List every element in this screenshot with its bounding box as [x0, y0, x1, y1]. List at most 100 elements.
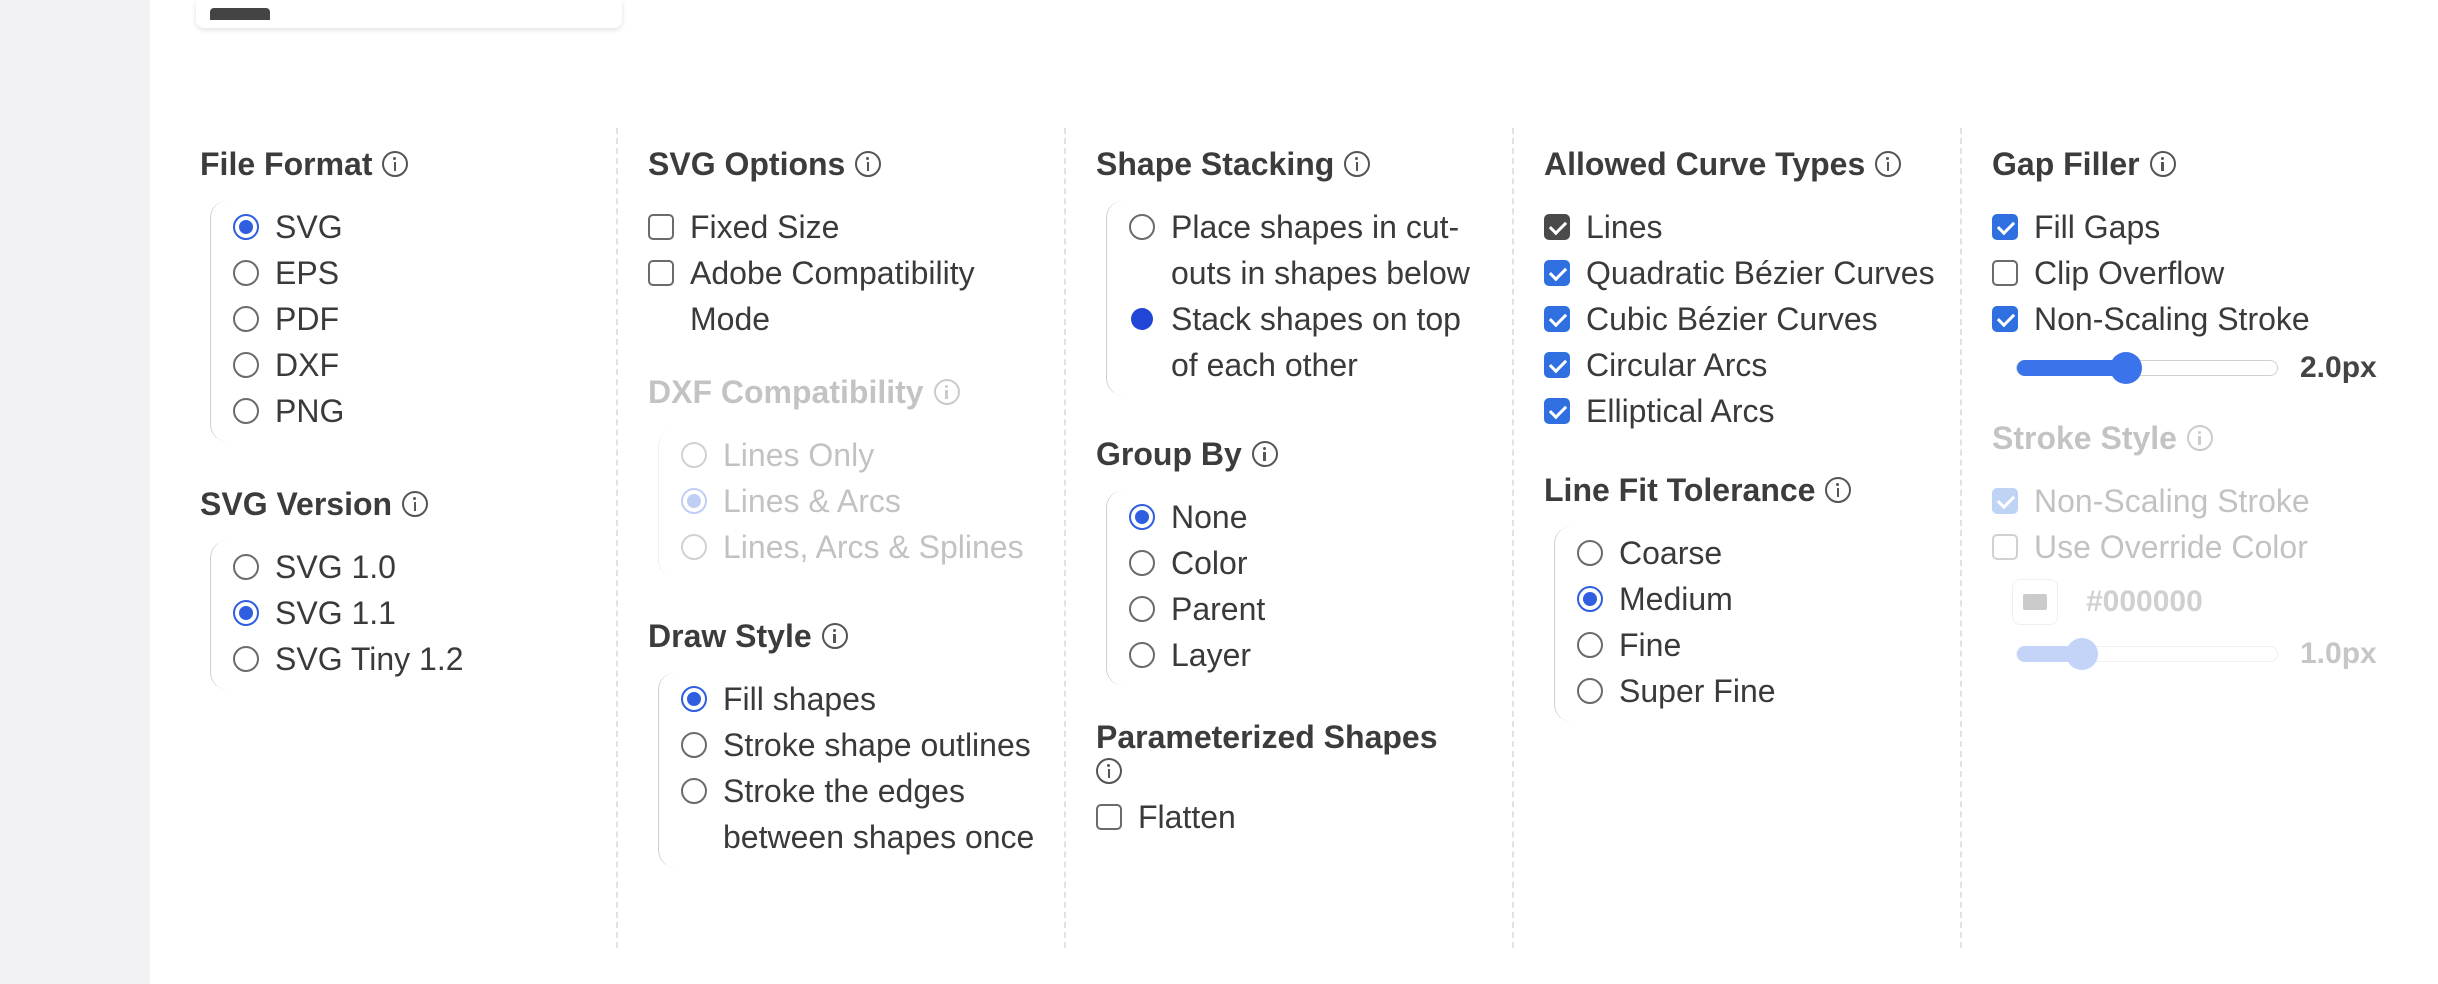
info-icon[interactable] — [402, 491, 429, 517]
slider-track[interactable] — [2016, 352, 2278, 384]
info-icon[interactable] — [1825, 477, 1852, 503]
radio-button[interactable] — [1129, 596, 1155, 622]
radio-option-coarse[interactable]: Coarse — [1577, 530, 1944, 576]
radio-option-fine[interactable]: Fine — [1577, 622, 1944, 668]
checkbox[interactable] — [648, 260, 674, 286]
checkbox-label: Clip Overflow — [2034, 255, 2225, 291]
radio-option-medium[interactable]: Medium — [1577, 576, 1944, 622]
radio-option-pdf[interactable]: PDF — [233, 296, 600, 342]
dxf-compat-heading: DXF Compatibility — [648, 356, 1048, 428]
checkbox[interactable] — [1992, 306, 2018, 332]
file-format-title: File Format — [200, 145, 373, 182]
radio-button[interactable] — [1129, 550, 1155, 576]
preview-thumbnail[interactable] — [196, 0, 622, 28]
radio-label: Stroke shape outlines — [723, 727, 1031, 763]
checkbox-option-adobe-compatibility-mode[interactable]: Adobe Compatibility Mode — [648, 250, 1048, 342]
checkbox[interactable] — [648, 214, 674, 240]
radio-button[interactable] — [233, 646, 259, 672]
svg-options-title: SVG Options — [648, 145, 846, 182]
checkbox-label: Fixed Size — [690, 209, 840, 245]
radio-option-png[interactable]: PNG — [233, 388, 600, 434]
gap-filler-list: Fill Gaps Clip Overflow Non-Scaling Stroke — [1992, 200, 2412, 342]
info-icon[interactable] — [1875, 151, 1902, 177]
checkbox-option-non-scaling-stroke[interactable]: Non-Scaling Stroke — [1992, 296, 2412, 342]
checkbox-option-fixed-size[interactable]: Fixed Size — [648, 204, 1048, 250]
radio-button[interactable] — [1577, 540, 1603, 566]
draw-style-options: Fill shapes Stroke shape outlines Stroke t… — [658, 672, 1048, 868]
svg-options-group: SVG Options Fixed Size Adobe Compatibilit… — [648, 128, 1048, 342]
radio-option-stack-shapes-on-top-of-each-other[interactable]: Stack shapes on top of each other — [1129, 296, 1496, 388]
radio-button[interactable] — [681, 732, 707, 758]
radio-button[interactable] — [1129, 214, 1155, 240]
checkbox[interactable] — [1544, 306, 1570, 332]
radio-button[interactable] — [233, 398, 259, 424]
info-icon[interactable] — [821, 623, 848, 649]
info-icon[interactable] — [1096, 758, 1122, 784]
column-gaps: Gap Filler Fill Gaps Clip Overflow Non-Sca… — [1992, 128, 2412, 948]
checkbox-option-fill-gaps[interactable]: Fill Gaps — [1992, 204, 2412, 250]
radio-label: None — [1171, 499, 1248, 535]
radio-button[interactable] — [1129, 504, 1155, 530]
param-shapes-list: Flatten — [1096, 794, 1496, 840]
checkbox-option-cubic-b-zier-curves[interactable]: Cubic Bézier Curves — [1544, 296, 1944, 342]
checkbox-option-clip-overflow[interactable]: Clip Overflow — [1992, 250, 2412, 296]
radio-button[interactable] — [1577, 632, 1603, 658]
checkbox[interactable] — [1992, 214, 2018, 240]
checkbox[interactable] — [1544, 398, 1570, 424]
radio-button[interactable] — [1129, 306, 1155, 332]
info-icon[interactable] — [382, 151, 409, 177]
radio-button[interactable] — [1129, 642, 1155, 668]
gap-filler-title: Gap Filler — [1992, 145, 2140, 182]
checkbox-option-flatten[interactable]: Flatten — [1096, 794, 1496, 840]
radio-button[interactable] — [233, 214, 259, 240]
checkbox[interactable] — [1992, 260, 2018, 286]
checkbox[interactable] — [1544, 214, 1570, 240]
group-by-title: Group By — [1096, 435, 1242, 472]
stroke-style-list: Non-Scaling Stroke Use Override Color — [1992, 474, 2412, 570]
svg-options-list: Fixed Size Adobe Compatibility Mode — [648, 200, 1048, 342]
checkbox[interactable] — [1544, 260, 1570, 286]
checkbox-option-quadratic-b-zier-curves[interactable]: Quadratic Bézier Curves — [1544, 250, 1944, 296]
radio-button[interactable] — [233, 600, 259, 626]
radio-button[interactable] — [681, 778, 707, 804]
radio-option-layer[interactable]: Layer — [1129, 632, 1496, 678]
info-icon[interactable] — [1251, 441, 1278, 467]
radio-option-fill-shapes[interactable]: Fill shapes — [681, 676, 1048, 722]
radio-option-parent[interactable]: Parent — [1129, 586, 1496, 632]
radio-option-eps[interactable]: EPS — [233, 250, 600, 296]
radio-button[interactable] — [233, 554, 259, 580]
radio-option-svg-1-1[interactable]: SVG 1.1 — [233, 590, 600, 636]
radio-option-stroke-the-edges-between-shapes-once[interactable]: Stroke the edges between shapes once — [681, 768, 1048, 860]
info-icon[interactable] — [2149, 151, 2176, 177]
radio-button[interactable] — [1577, 586, 1603, 612]
radio-button[interactable] — [1577, 678, 1603, 704]
radio-option-dxf[interactable]: DXF — [233, 342, 600, 388]
slider-handle[interactable] — [2110, 352, 2143, 384]
checkbox-option-circular-arcs[interactable]: Circular Arcs — [1544, 342, 1944, 388]
radio-label: Lines Only — [723, 437, 875, 473]
radio-option-svg-1-0[interactable]: SVG 1.0 — [233, 544, 600, 590]
checkbox[interactable] — [1096, 804, 1122, 830]
checkbox[interactable] — [1544, 352, 1570, 378]
checkbox — [1992, 488, 2018, 514]
radio-option-place-shapes-in-cut-outs-in-shapes-below[interactable]: Place shapes in cut-outs in shapes below — [1129, 204, 1496, 296]
checkbox-option-lines[interactable]: Lines — [1544, 204, 1944, 250]
info-icon[interactable] — [855, 151, 882, 177]
radio-button[interactable] — [681, 686, 707, 712]
svg-version-title: SVG Version — [200, 485, 393, 522]
radio-label: DXF — [275, 347, 339, 383]
gap-stroke-slider[interactable]: 2.0px — [2016, 348, 2412, 388]
radio-button[interactable] — [233, 306, 259, 332]
radio-button[interactable] — [233, 352, 259, 378]
checkbox-option-elliptical-arcs[interactable]: Elliptical Arcs — [1544, 388, 1944, 434]
radio-option-svg[interactable]: SVG — [233, 204, 600, 250]
radio-option-super-fine[interactable]: Super Fine — [1577, 668, 1944, 714]
radio-option-color[interactable]: Color — [1129, 540, 1496, 586]
column-svg: SVG Options Fixed Size Adobe Compatibilit… — [648, 128, 1048, 948]
radio-option-lines-arcs-splines: Lines, Arcs & Splines — [681, 524, 1048, 570]
info-icon[interactable] — [1344, 151, 1371, 177]
radio-option-stroke-shape-outlines[interactable]: Stroke shape outlines — [681, 722, 1048, 768]
radio-option-svg-tiny-1-2[interactable]: SVG Tiny 1.2 — [233, 636, 600, 682]
radio-button[interactable] — [233, 260, 259, 286]
radio-option-none[interactable]: None — [1129, 494, 1496, 540]
